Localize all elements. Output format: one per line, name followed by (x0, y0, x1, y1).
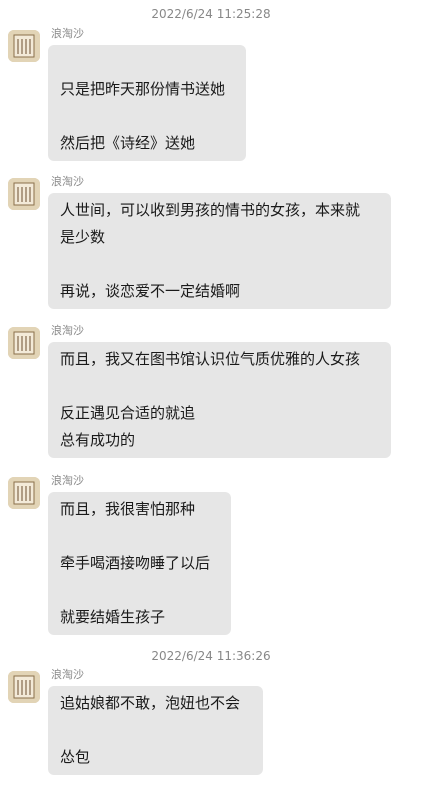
message-line: 只是把昨天那份情书送她 (60, 80, 226, 98)
avatar-icon[interactable] (8, 30, 40, 62)
message-line: 就要结婚生孩子 (60, 608, 166, 626)
message-line (60, 523, 219, 550)
sender-name: 浪淘沙 (51, 474, 84, 487)
sender-name: 浪淘沙 (51, 27, 84, 40)
message-line: 然后把《诗经》送她 (60, 134, 196, 152)
message-line: 而且，我又在图书馆认识位气质优雅的人女孩 (60, 350, 361, 368)
timestamp: 2022/6/24 11:25:28 (151, 7, 271, 21)
message-bubble[interactable]: 而且，我又在图书馆认识位气质优雅的人女孩 反正遇见合适的就追 总有成功的 (48, 342, 391, 458)
message-line: 而且，我很害怕那种 (60, 500, 196, 518)
avatar-icon[interactable] (8, 327, 40, 359)
message-line: 再说，谈恋爱不一定结婚啊 (60, 282, 241, 300)
sender-name: 浪淘沙 (51, 324, 84, 337)
chat-panel: 2022/6/24 11:25:28 浪淘沙 只是把昨天那份情书送她 然后把《诗… (0, 0, 422, 790)
message-line: 反正遇见合适的就追 (60, 404, 196, 422)
message-line (60, 103, 234, 130)
message-bubble[interactable]: 只是把昨天那份情书送她 然后把《诗经》送她 (48, 45, 246, 161)
timestamp: 2022/6/24 11:36:26 (151, 649, 271, 663)
avatar-icon[interactable] (8, 671, 40, 703)
message-line: 怂包 (60, 748, 91, 766)
message-line: 总有成功的 (60, 431, 136, 449)
sender-name: 浪淘沙 (51, 668, 84, 681)
message-bubble[interactable]: 而且，我很害怕那种 牵手喝酒接吻睡了以后 就要结婚生孩子 (48, 492, 231, 635)
avatar-icon[interactable] (8, 178, 40, 210)
avatar-icon[interactable] (8, 477, 40, 509)
message-line (60, 717, 251, 744)
message-line: 追姑娘都不敢，泡妞也不会 (60, 694, 241, 712)
sender-name: 浪淘沙 (51, 175, 84, 188)
message-line (60, 577, 219, 604)
message-line: 牵手喝酒接吻睡了以后 (60, 554, 211, 572)
message-bubble[interactable]: 人世间，可以收到男孩的情书的女孩，本来就 是少数 再说，谈恋爱不一定结婚啊 (48, 193, 391, 309)
message-bubble[interactable]: 追姑娘都不敢，泡妞也不会 怂包 (48, 686, 263, 775)
message-line: 人世间，可以收到男孩的情书的女孩，本来就 (60, 201, 361, 219)
message-line: 是少数 (60, 228, 106, 246)
message-line (60, 49, 234, 76)
message-line (60, 373, 379, 400)
message-line (60, 251, 379, 278)
